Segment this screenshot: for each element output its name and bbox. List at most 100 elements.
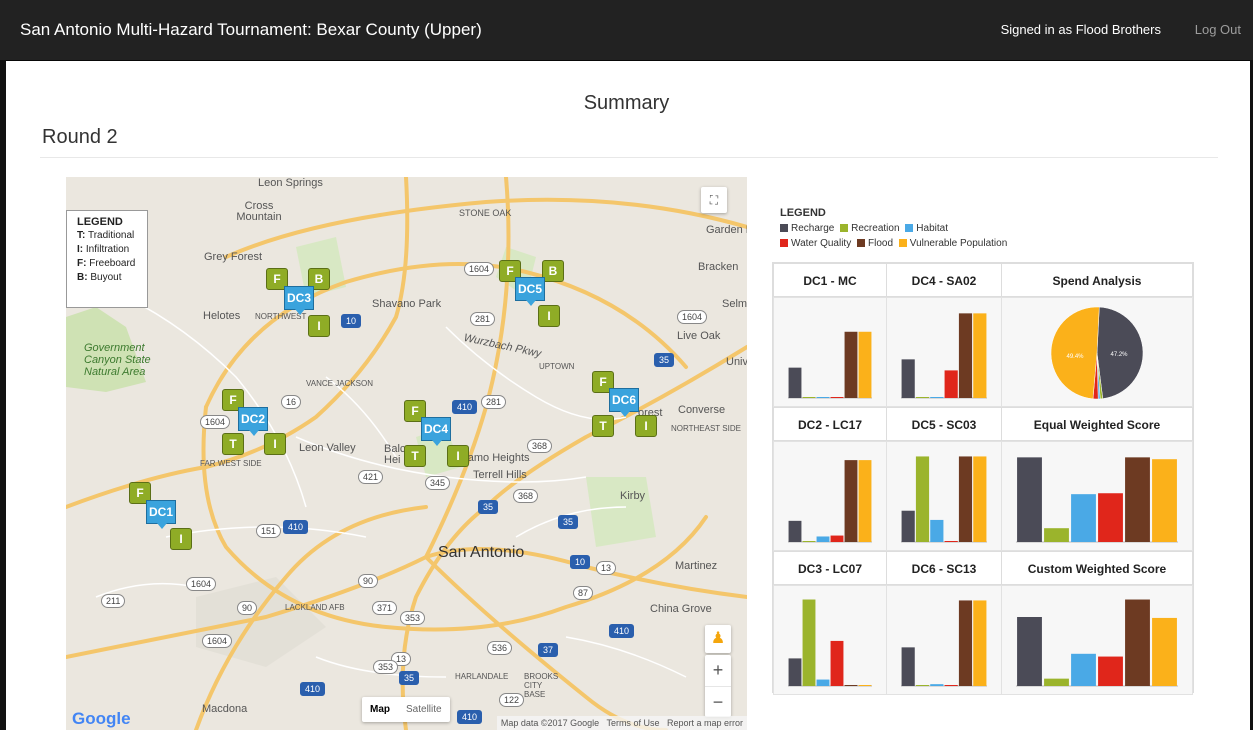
bar-recharge[interactable] xyxy=(788,367,802,398)
map-type-control: Map Satellite xyxy=(362,697,450,722)
buyout-marker[interactable]: B xyxy=(542,260,564,282)
bar-habitat[interactable] xyxy=(816,536,830,542)
bar-recreation[interactable] xyxy=(1044,678,1069,686)
bar-flood[interactable] xyxy=(958,456,973,542)
highway-shield: 345 xyxy=(425,476,451,490)
highway-shield: 87 xyxy=(573,586,594,600)
infiltration-marker[interactable]: I xyxy=(264,433,286,455)
highway-shield: 536 xyxy=(487,641,513,655)
bar-recreation[interactable] xyxy=(915,685,930,686)
map-label: Macdona xyxy=(202,703,248,715)
bar-habitat[interactable] xyxy=(930,684,944,686)
highway-shield: 1604 xyxy=(464,262,495,276)
infiltration-marker[interactable]: I xyxy=(170,528,192,550)
zoom-out-button[interactable]: − xyxy=(705,687,731,718)
legend-swatch xyxy=(780,224,788,232)
bar-flood[interactable] xyxy=(844,331,858,398)
dc2-marker[interactable]: DC2 xyxy=(238,407,268,436)
bar-recharge[interactable] xyxy=(901,359,915,398)
bar-flood[interactable] xyxy=(1125,457,1150,542)
dc3-marker[interactable]: DC3 xyxy=(284,286,314,315)
map-label: NORTHEAST SIDE xyxy=(671,424,741,433)
dc1-marker[interactable]: DC1 xyxy=(146,500,176,529)
infiltration-marker[interactable]: I xyxy=(308,315,330,337)
bar-water-quality[interactable] xyxy=(944,541,958,542)
infiltration-marker[interactable]: I xyxy=(447,445,469,467)
bar-recreation[interactable] xyxy=(1044,528,1069,542)
bar-water-quality[interactable] xyxy=(944,685,958,686)
chart-svg xyxy=(788,331,872,399)
chart-svg: 47.2% 49.4% xyxy=(1050,306,1144,400)
traditional-marker[interactable]: T xyxy=(404,445,426,467)
bar-vulnerable-population[interactable] xyxy=(858,685,872,686)
bar-recreation[interactable] xyxy=(802,541,816,542)
bar-flood[interactable] xyxy=(958,600,973,686)
bar-recharge[interactable] xyxy=(788,658,802,686)
dc4-marker[interactable]: DC4 xyxy=(421,417,451,446)
bar-water-quality[interactable] xyxy=(1098,493,1123,542)
app-title[interactable]: San Antonio Multi-Hazard Tournament: Bex… xyxy=(20,20,482,40)
bar-vulnerable-population[interactable] xyxy=(973,600,987,686)
dc6-marker[interactable]: DC6 xyxy=(609,388,639,417)
zoom-in-button[interactable]: + xyxy=(705,655,731,687)
logout-link[interactable]: Log Out xyxy=(1195,22,1241,37)
highway-shield: 368 xyxy=(527,439,553,453)
highway-shield: 410 xyxy=(457,710,483,724)
legend-entry-recreation: Recreation xyxy=(837,223,900,234)
map-label: Leon Valley xyxy=(299,442,356,454)
bar-habitat[interactable] xyxy=(1071,494,1096,542)
terms-link[interactable]: Terms of Use xyxy=(606,718,659,728)
map-label: BROOKS CITY BASE xyxy=(524,672,559,699)
traditional-marker[interactable]: T xyxy=(592,415,614,437)
bar-recharge[interactable] xyxy=(788,520,802,542)
bar-recharge[interactable] xyxy=(1017,617,1042,686)
bar-habitat[interactable] xyxy=(930,397,944,398)
pie-slice-vulnerable-population[interactable] xyxy=(1050,306,1100,400)
bar-vulnerable-population[interactable] xyxy=(1152,459,1177,542)
bar-recreation[interactable] xyxy=(915,456,930,542)
map-legend-title: LEGEND xyxy=(77,216,123,228)
infiltration-marker[interactable]: I xyxy=(635,415,657,437)
bar-vulnerable-population[interactable] xyxy=(973,313,987,398)
bar-habitat[interactable] xyxy=(930,519,944,542)
bar-recharge[interactable] xyxy=(901,510,915,542)
dc5-marker[interactable]: DC5 xyxy=(515,277,545,306)
bar-water-quality[interactable] xyxy=(830,640,844,686)
highway-shield: 281 xyxy=(470,312,496,326)
map-type-map[interactable]: Map xyxy=(362,697,398,722)
map-type-satellite[interactable]: Satellite xyxy=(398,697,450,722)
bar-habitat[interactable] xyxy=(816,397,830,398)
bar-recreation[interactable] xyxy=(802,397,816,398)
infiltration-marker[interactable]: I xyxy=(538,305,560,327)
map-view[interactable]: Leon Springs Cross Mountain STONE OAK Ga… xyxy=(66,177,747,730)
chart-equal-weighted xyxy=(1001,441,1193,551)
bar-flood[interactable] xyxy=(1125,599,1150,686)
chart-title-equal: Equal Weighted Score xyxy=(1001,407,1193,441)
bar-habitat[interactable] xyxy=(1071,653,1096,686)
bar-vulnerable-population[interactable] xyxy=(973,456,987,542)
bar-water-quality[interactable] xyxy=(830,397,844,398)
bar-vulnerable-population[interactable] xyxy=(1152,617,1177,686)
bar-recharge[interactable] xyxy=(901,647,915,686)
bar-water-quality[interactable] xyxy=(944,370,958,398)
street-view-button[interactable]: ♟ xyxy=(705,625,731,653)
map-label: VANCE JACKSON xyxy=(306,379,373,388)
bar-water-quality[interactable] xyxy=(830,535,844,542)
bar-recreation[interactable] xyxy=(802,599,816,686)
bar-flood[interactable] xyxy=(958,313,973,398)
bar-flood[interactable] xyxy=(844,460,858,542)
bar-flood[interactable] xyxy=(844,685,858,686)
score-grid: DC1 - MC DC4 - SA02 Spend Analysis 47.2%… xyxy=(772,262,1194,695)
bar-water-quality[interactable] xyxy=(1098,656,1123,686)
map-label: Bracken xyxy=(698,261,739,273)
bar-habitat[interactable] xyxy=(816,679,830,686)
round-title: Round 2 xyxy=(42,126,118,148)
traditional-marker[interactable]: T xyxy=(222,433,244,455)
bar-recreation[interactable] xyxy=(915,397,930,398)
bar-recharge[interactable] xyxy=(1017,457,1042,542)
bar-vulnerable-population[interactable] xyxy=(858,331,872,398)
highway-shield: 211 xyxy=(101,594,126,608)
fullscreen-button[interactable]: ⛶ xyxy=(701,187,727,213)
bar-vulnerable-population[interactable] xyxy=(858,460,872,542)
report-link[interactable]: Report a map error xyxy=(667,718,743,728)
